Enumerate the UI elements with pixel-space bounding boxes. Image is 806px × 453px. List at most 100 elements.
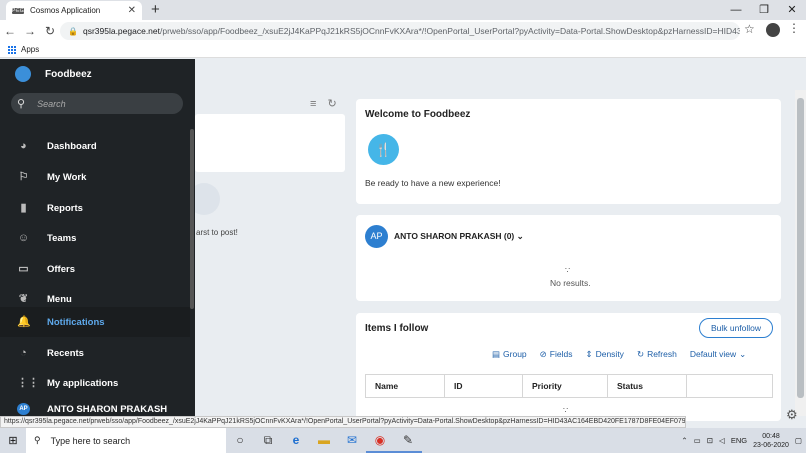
task-view-icon[interactable]: ⧉ bbox=[254, 428, 282, 453]
sidebar-scrollbar[interactable] bbox=[190, 129, 194, 309]
sidebar-item-reports[interactable]: ▮ Reports bbox=[0, 193, 190, 223]
clock-time: 00:48 bbox=[762, 432, 780, 440]
profile-card: AP ANTO SHARON PRAKASH (0) ⌄ ∵ No result… bbox=[356, 215, 781, 301]
refresh-feed-icon[interactable]: ↻ bbox=[327, 98, 336, 110]
maximize-icon[interactable]: ❐ bbox=[750, 0, 778, 20]
browser-menu-icon[interactable]: ⋮ bbox=[788, 21, 800, 35]
flag-icon: ⚐ bbox=[18, 171, 29, 183]
bookmark-star-icon[interactable]: ☆ bbox=[744, 22, 755, 36]
sidebar-header[interactable]: Foodbeez bbox=[0, 59, 195, 89]
column-header-status[interactable]: Status bbox=[608, 375, 687, 397]
items-follow-title: Items I follow bbox=[365, 323, 429, 334]
chevron-down-icon: ⌄ bbox=[516, 231, 524, 241]
feed-empty-text: arst to post! bbox=[196, 228, 238, 237]
clock[interactable]: 00:48 23-06-2020 bbox=[753, 432, 789, 450]
items-follow-card: Items I follow Bulk unfollow ▤ Group ⊘ Fie… bbox=[356, 313, 781, 421]
bulk-unfollow-button[interactable]: Bulk unfollow bbox=[699, 318, 773, 338]
feed-tools: ≡ ↻ bbox=[310, 97, 337, 110]
sidebar-item-recents[interactable]: ◔ Recents bbox=[0, 338, 190, 368]
network-icon[interactable]: ⊡ bbox=[707, 436, 713, 445]
windows-taskbar: ⊞ ⚲ Type here to search ○ ⧉ e ▬ ✉ ◉ ✎ ⌃ … bbox=[0, 428, 806, 453]
menu-leaf-icon: ❦ bbox=[18, 293, 29, 305]
close-window-icon[interactable]: ✕ bbox=[778, 0, 806, 20]
chevron-up-icon[interactable]: ⌃ bbox=[681, 436, 687, 445]
mail-icon[interactable]: ✉ bbox=[338, 428, 366, 453]
close-tab-icon[interactable]: ✕ bbox=[128, 5, 136, 16]
url-domain: qsr395la.pegace.net bbox=[82, 26, 160, 36]
bell-icon: 🔔 bbox=[17, 316, 31, 328]
column-header-priority[interactable]: Priority bbox=[523, 375, 608, 397]
search-icon: ⚲ bbox=[34, 435, 41, 445]
no-results-text: No results. bbox=[550, 278, 591, 288]
feed-post-card[interactable] bbox=[195, 114, 345, 172]
loading-spinner-icon: ∵ bbox=[563, 406, 569, 415]
tab-favicon: P∈GA bbox=[12, 7, 27, 14]
chrome-icon[interactable]: ◉ bbox=[366, 428, 394, 453]
account-avatar-icon[interactable] bbox=[766, 23, 780, 37]
profile-name: ANTO SHARON PRAKASH (0) bbox=[394, 231, 515, 241]
refresh-action[interactable]: ↻ Refresh bbox=[637, 349, 677, 360]
system-tray: ⌃ ▭ ⊡ ◁ ENG 00:48 23-06-2020 ▢ bbox=[681, 428, 802, 453]
density-action[interactable]: ⇕ Density bbox=[585, 349, 623, 360]
app-logo-icon bbox=[15, 66, 31, 82]
taskbar-search-input[interactable]: ⚲ Type here to search bbox=[26, 428, 226, 453]
language-indicator[interactable]: ENG bbox=[731, 436, 747, 445]
taskbar-search-placeholder: Type here to search bbox=[50, 435, 131, 446]
app-name: Foodbeez bbox=[45, 68, 92, 80]
sidebar-item-notifications[interactable]: 🔔 Notifications bbox=[0, 307, 190, 337]
fork-knife-icon: 🍴 bbox=[368, 134, 399, 165]
avatar[interactable]: AP bbox=[365, 225, 388, 248]
sidebar-item-dashboard[interactable]: ◕ Dashboard bbox=[0, 131, 190, 161]
default-view-dropdown[interactable]: Default view ⌄ bbox=[690, 349, 746, 360]
welcome-card: Welcome to Foodbeez 🍴 Be ready to have a… bbox=[356, 99, 781, 204]
cortana-icon[interactable]: ○ bbox=[226, 428, 254, 453]
file-explorer-icon[interactable]: ▬ bbox=[310, 428, 338, 453]
url-path: /prweb/sso/app/Foodbeez_/xsuE2jJ4KaPPqJ2… bbox=[160, 26, 740, 36]
table-actions: ▤ Group ⊘ Fields ⇕ Density ↻ Refresh Default… bbox=[492, 349, 746, 360]
new-tab-button[interactable]: + bbox=[151, 1, 160, 19]
clock-icon: ◔ bbox=[20, 347, 27, 359]
chevron-down-icon: ⌄ bbox=[739, 349, 747, 359]
sidebar-item-my-work[interactable]: ⚐ My Work bbox=[0, 162, 190, 192]
reload-icon[interactable]: ↻ bbox=[40, 24, 60, 38]
table-header: Name ID Priority Status bbox=[365, 374, 773, 398]
sidebar: Foodbeez ⚲ Search ◕ Dashboard ⚐ My Work ▮ R… bbox=[0, 59, 195, 419]
sidebar-item-teams[interactable]: ☺ Teams bbox=[0, 223, 190, 253]
search-icon: ⚲ bbox=[17, 98, 26, 110]
page-scrollbar-thumb[interactable] bbox=[797, 98, 804, 398]
offers-icon: ▭ bbox=[18, 263, 29, 275]
forward-icon[interactable]: → bbox=[20, 24, 40, 38]
group-action[interactable]: ▤ Group bbox=[492, 349, 527, 360]
grid-icon: ⋮⋮ bbox=[17, 377, 39, 389]
column-header-id[interactable]: ID bbox=[445, 375, 523, 397]
browser-tab[interactable]: P∈GA Cosmos Application ✕ bbox=[6, 1, 142, 20]
column-header-extra bbox=[687, 375, 772, 397]
bar-chart-icon: ▮ bbox=[20, 202, 27, 214]
loading-spinner-icon: ∵ bbox=[565, 266, 571, 275]
bookmark-apps[interactable]: Apps bbox=[21, 45, 39, 54]
back-icon[interactable]: ← bbox=[0, 24, 20, 38]
windows-start-icon[interactable]: ⊞ bbox=[0, 434, 26, 447]
apps-grid-icon[interactable] bbox=[8, 45, 16, 54]
minimize-icon[interactable]: — bbox=[722, 0, 750, 20]
search-input[interactable]: ⚲ Search bbox=[11, 93, 183, 114]
avatar-icon: AP bbox=[17, 403, 30, 415]
app-taskbar-icon[interactable]: ✎ bbox=[394, 428, 422, 453]
bookmarks-bar: Apps bbox=[0, 42, 806, 58]
battery-icon[interactable]: ▭ bbox=[694, 436, 701, 445]
group-icon: ▤ bbox=[492, 349, 501, 359]
gear-icon[interactable]: ⚙ bbox=[786, 407, 806, 427]
search-placeholder: Search bbox=[37, 98, 66, 109]
filter-icon[interactable]: ≡ bbox=[310, 98, 316, 110]
people-icon: ☺ bbox=[17, 232, 30, 244]
fields-action[interactable]: ⊘ Fields bbox=[540, 349, 573, 360]
column-header-name[interactable]: Name bbox=[366, 375, 445, 397]
fields-icon: ⊘ bbox=[539, 349, 547, 359]
sidebar-item-my-applications[interactable]: ⋮⋮ My applications bbox=[0, 368, 190, 398]
edge-icon[interactable]: e bbox=[282, 428, 310, 453]
profile-name-dropdown[interactable]: ANTO SHARON PRAKASH (0) ⌄ bbox=[394, 231, 524, 242]
sidebar-item-offers[interactable]: ▭ Offers bbox=[0, 254, 190, 284]
url-field[interactable]: 🔒 qsr395la.pegace.net/prweb/sso/app/Food… bbox=[60, 22, 740, 40]
notification-center-icon[interactable]: ▢ bbox=[795, 436, 802, 445]
volume-icon[interactable]: ◁ bbox=[719, 436, 725, 445]
